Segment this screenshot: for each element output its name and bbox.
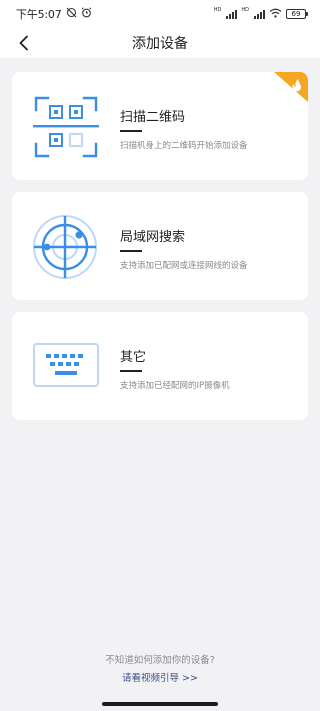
card-desc-lan-search: 支持添加已配网或连接网线的设备 <box>120 261 248 271</box>
card-desc-scan-qr: 扫描机身上的二维码开始添加设备 <box>120 141 248 151</box>
status-bar: 下午5:07 HD HD 69 <box>0 0 320 28</box>
page-title: 添加设备 <box>132 36 188 52</box>
battery-icon: 69 <box>286 9 308 19</box>
other-card[interactable]: 其它 支持添加已经配网的IP摄像机 <box>12 312 308 420</box>
hd-label-2: HD <box>241 6 249 13</box>
hd-label-1: HD <box>213 6 222 13</box>
card-desc-other: 支持添加已经配网的IP摄像机 <box>120 381 230 391</box>
help-question: 不知道如何添加你的设备? <box>105 655 215 666</box>
title-underline <box>120 250 142 252</box>
qr-scan-icon <box>33 96 99 158</box>
card-title-scan-qr: 扫描二维码 <box>120 110 186 125</box>
alarm-clock-icon <box>81 7 92 21</box>
chevron-left-icon <box>19 35 28 51</box>
scan-qr-card[interactable]: 扫描二维码 扫描机身上的二维码开始添加设备 <box>12 72 308 180</box>
nav-bar: 添加设备 <box>0 28 320 58</box>
sync-off-icon <box>66 7 77 21</box>
cell-signal-icon-2 <box>254 9 265 19</box>
title-underline <box>120 370 142 372</box>
hot-flame-icon <box>274 72 308 102</box>
cell-signal-icon-1 <box>226 9 238 19</box>
content-area: 扫描二维码 扫描机身上的二维码开始添加设备 局域网搜索 支持添加已配网或连接网线… <box>0 58 320 711</box>
home-indicator <box>102 702 218 706</box>
status-time: 下午5:07 <box>16 8 62 21</box>
back-button[interactable] <box>14 33 34 53</box>
keyboard-icon <box>33 343 99 387</box>
card-title-other: 其它 <box>120 350 147 365</box>
title-underline <box>120 130 142 132</box>
lan-radar-icon <box>33 215 97 279</box>
video-guide-link[interactable]: 请看视频引导 >> <box>0 670 320 684</box>
lan-search-card[interactable]: 局域网搜索 支持添加已配网或连接网线的设备 <box>12 192 308 300</box>
wifi-icon <box>269 8 282 21</box>
help-footer: 不知道如何添加你的设备? 请看视频引导 >> <box>0 652 320 684</box>
card-title-lan-search: 局域网搜索 <box>120 230 186 245</box>
